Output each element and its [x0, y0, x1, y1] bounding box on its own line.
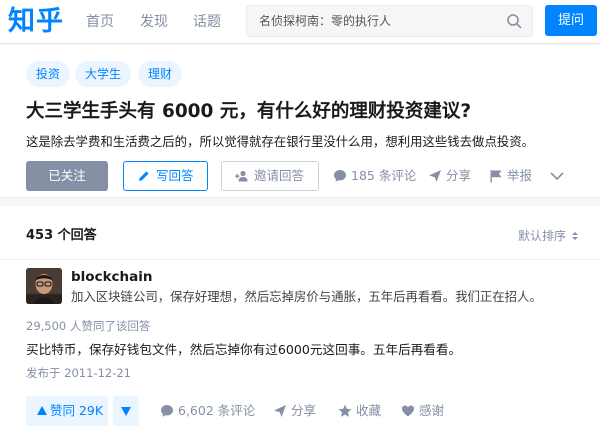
invite-answer-label: 邀请回答 — [254, 168, 305, 183]
nav-home[interactable]: 首页 — [86, 12, 114, 32]
answer-share-label: 分享 — [291, 403, 317, 418]
topic-tag[interactable]: 大学生 — [75, 61, 132, 87]
top-navbar: 知乎 首页 发现 话题 提问 — [0, 0, 600, 44]
nav-topics[interactable]: 话题 — [193, 12, 221, 32]
question-header: 投资 大学生 理财 大三学生手头有 6000 元，有什么好的理财投资建议? 这是… — [0, 45, 600, 198]
author-name[interactable]: blockchain — [71, 268, 153, 286]
search-box — [246, 5, 533, 37]
write-answer-label: 写回答 — [156, 168, 194, 183]
search-input[interactable] — [259, 12, 499, 30]
divider — [0, 259, 600, 260]
downvote-triangle-icon — [121, 407, 131, 416]
topic-tag[interactable]: 投资 — [26, 61, 71, 87]
downvote-button[interactable] — [113, 396, 139, 426]
author-bio: 加入区块链公司，保存好理想，然后忘掉房价与通胀，五年后再看看。我们正在招人。 — [71, 289, 542, 304]
follow-question-button[interactable]: 已关注 — [26, 161, 108, 191]
star-icon — [338, 404, 352, 417]
flag-icon — [490, 170, 502, 183]
nav-discover[interactable]: 发现 — [140, 12, 168, 32]
share-icon — [274, 405, 286, 417]
favorite-label: 收藏 — [356, 403, 382, 418]
answer-count: 453 个回答 — [26, 228, 97, 243]
comment-icon — [161, 405, 173, 417]
thanks-label: 感谢 — [419, 403, 445, 418]
comment-icon — [334, 170, 346, 182]
chevron-down-icon[interactable] — [550, 172, 564, 180]
add-user-icon — [235, 170, 248, 182]
answer-comments-label: 6,602 条评论 — [178, 403, 256, 418]
question-share-label: 分享 — [446, 168, 472, 183]
answer-content: 买比特币，保存好钱包文件，然后忘掉你有过6000元这回事。五年后再看看。 — [26, 342, 462, 357]
ask-question-button[interactable]: 提问 — [545, 5, 597, 36]
question-description: 这是除去学费和生活费之后的，所以觉得就存在银行里没什么用，想利用这些钱去做点投资… — [26, 134, 535, 149]
zhihu-logo[interactable]: 知乎 — [8, 4, 64, 40]
question-comments-label: 185 条评论 — [351, 168, 417, 183]
question-report-label: 举报 — [507, 168, 533, 183]
topic-tag[interactable]: 理财 — [138, 61, 183, 87]
upvote-triangle-icon — [37, 406, 47, 415]
upvote-label: 赞同 29K — [50, 403, 104, 418]
invite-answer-button[interactable]: 邀请回答 — [221, 161, 319, 191]
write-answer-button[interactable]: 写回答 — [123, 161, 208, 191]
heart-icon — [402, 405, 414, 417]
publish-date[interactable]: 发布于 2011-12-21 — [26, 364, 131, 382]
share-icon — [429, 170, 441, 182]
upvote-button[interactable]: 赞同 29K — [26, 396, 108, 426]
author-avatar[interactable] — [26, 268, 62, 304]
answers-list: 453 个回答 默认排序 blockchain 加入区块链公司，保存好理想，然后… — [0, 206, 600, 426]
sort-dropdown[interactable]: 默认排序 — [518, 226, 578, 246]
avatar-image — [26, 268, 62, 304]
pencil-icon — [139, 171, 149, 181]
sort-icon — [572, 232, 578, 240]
question-title: 大三学生手头有 6000 元，有什么好的理财投资建议? — [26, 101, 472, 122]
upvote-count-text: 29,500 人赞同了该回答 — [26, 319, 151, 333]
sort-label: 默认排序 — [518, 229, 567, 243]
search-icon[interactable] — [506, 13, 522, 29]
